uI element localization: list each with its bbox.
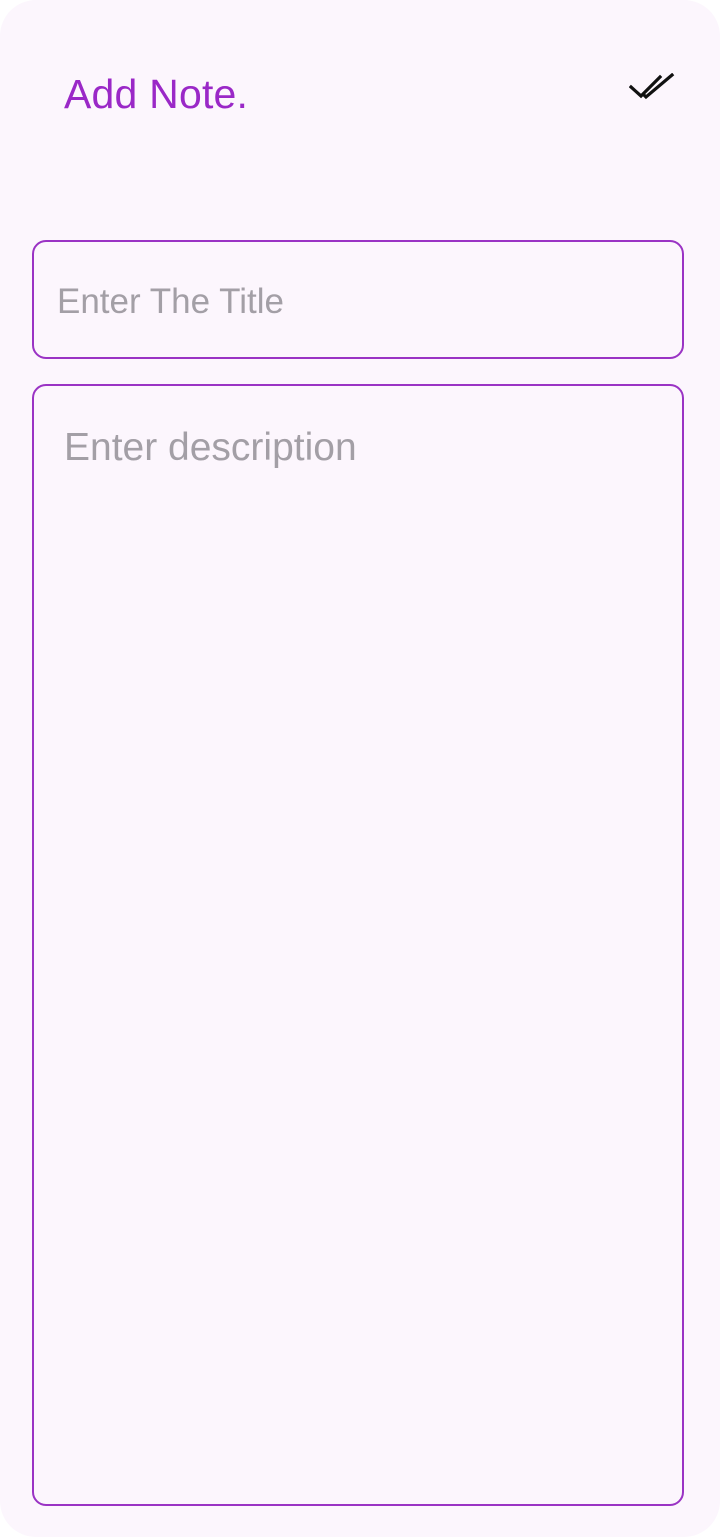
title-input-placeholder: Enter The Title bbox=[57, 282, 284, 321]
description-input-placeholder: Enter description bbox=[64, 426, 357, 469]
save-note-button[interactable] bbox=[622, 62, 682, 114]
description-input[interactable]: Enter description bbox=[32, 384, 684, 1506]
page-title: Add Note. bbox=[64, 71, 249, 117]
add-note-screen: Add Note. Enter The Title Enter descript… bbox=[0, 0, 720, 1537]
double-check-icon bbox=[629, 73, 675, 100]
title-input[interactable]: Enter The Title bbox=[32, 240, 684, 359]
